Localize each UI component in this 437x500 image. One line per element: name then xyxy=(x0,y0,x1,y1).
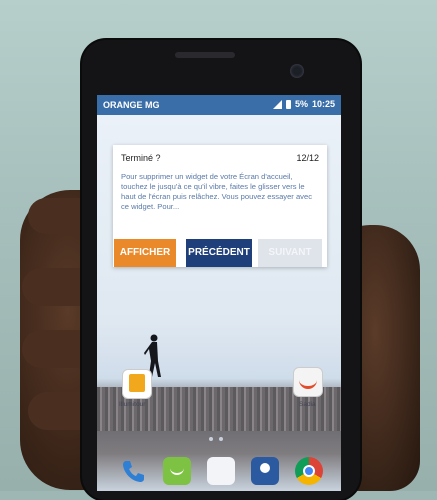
status-bar: ORANGE MG 5% 10:25 xyxy=(97,95,341,115)
contacts-icon[interactable] xyxy=(251,457,279,485)
sadia-logo-icon xyxy=(299,376,317,389)
page-dot-1 xyxy=(209,437,213,441)
dialog-body: Pour supprimer un widget de votre Écran … xyxy=(121,172,312,211)
afficher-button[interactable]: AFFICHER xyxy=(114,239,176,267)
illumitour-label: Illumitour xyxy=(119,401,146,408)
status-icons: 5% 10:25 xyxy=(272,99,335,109)
app-dock xyxy=(97,447,341,491)
illumitour-logo-icon xyxy=(129,374,145,392)
phone-icon[interactable] xyxy=(119,457,147,485)
messaging-icon[interactable] xyxy=(163,457,191,485)
apps-icon[interactable] xyxy=(207,457,235,485)
carrier-name: ORANGE MG xyxy=(103,100,160,110)
dialog-buttons: AFFICHER PRÉCÉDENT SUIVANT xyxy=(97,239,341,269)
precedent-button[interactable]: PRÉCÉDENT xyxy=(186,239,252,267)
page-indicator xyxy=(209,437,223,441)
battery-icon xyxy=(285,99,291,109)
illumitour-app-icon[interactable] xyxy=(122,369,152,399)
sadia-app-icon[interactable] xyxy=(293,367,323,397)
chrome-icon[interactable] xyxy=(295,457,323,485)
clock: 10:25 xyxy=(311,99,335,109)
front-camera xyxy=(290,64,304,78)
contact-glyph-icon xyxy=(260,463,270,473)
page-dot-2 xyxy=(219,437,223,441)
signal-icon xyxy=(272,99,282,109)
smile-glyph-icon xyxy=(170,466,184,475)
phone-screen: ORANGE MG 5% 10:25 Terminé ? 12/12 Pour … xyxy=(97,95,341,491)
dialog-title: Terminé ? xyxy=(121,153,161,163)
phone-earpiece xyxy=(175,52,235,58)
dialog-step: 12/12 xyxy=(296,153,319,163)
battery-level: 5% xyxy=(294,99,308,109)
suivant-button[interactable]: SUIVANT xyxy=(258,239,322,267)
sadia-label: Sadia xyxy=(299,401,316,408)
chrome-center-icon xyxy=(303,465,315,477)
